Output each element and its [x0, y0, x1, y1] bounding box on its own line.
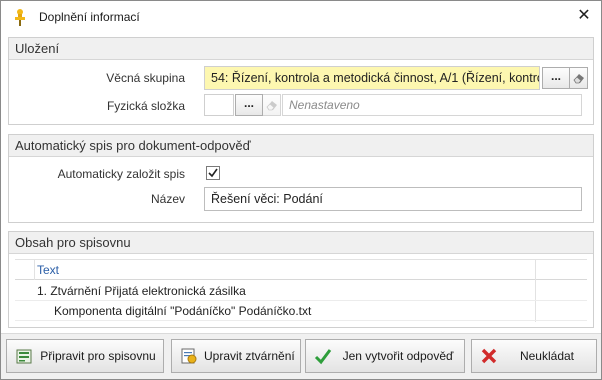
group-header-obsah: Obsah pro spisovnu: [9, 232, 593, 254]
eraser-icon: [573, 74, 584, 84]
vecna-skupina-browse-button[interactable]: ...: [542, 67, 570, 89]
fyzicka-slozka-label: Fyzická složka: [106, 99, 185, 113]
content-grid[interactable]: Text 1. Ztvárnění Přijatá elektronická z…: [15, 259, 587, 322]
checkmark-icon: [314, 349, 332, 365]
pripravit-pro-spisovnu-button[interactable]: Připravit pro spisovnu: [6, 339, 164, 373]
fyzicka-slozka-browse-button[interactable]: ...: [235, 94, 263, 116]
pripravit-label: Připravit pro spisovnu: [40, 349, 156, 363]
edit-document-icon: [181, 348, 197, 364]
neukladat-button[interactable]: Neukládat: [471, 339, 597, 373]
vecna-skupina-clear-button[interactable]: [570, 67, 588, 89]
column-header-text[interactable]: Text: [37, 263, 59, 277]
row-vecna-skupina: Věcná skupina 54: Řízení, kontrola a met…: [9, 66, 593, 90]
nazev-input[interactable]: Řešení věci: Podání: [204, 187, 582, 211]
title-bar: Doplnění informací ✕: [1, 1, 601, 32]
dialog-window: Doplnění informací ✕ Uložení Věcná skupi…: [0, 0, 602, 380]
group-header-ulozeni: Uložení: [9, 38, 593, 60]
pin-icon: [15, 8, 25, 26]
group-ulozeni: Uložení Věcná skupina 54: Řízení, kontro…: [8, 37, 594, 125]
grid-header: Text: [15, 260, 587, 322]
checkmark-icon: [208, 168, 218, 178]
table-cell: 1. Ztvárnění Přijatá elektronická zásilk…: [37, 284, 246, 298]
table-row[interactable]: Komponenta digitální "Podáníčko" Podáníč…: [15, 301, 587, 321]
fyzicka-slozka-clear-button[interactable]: [263, 94, 281, 116]
vecna-skupina-field[interactable]: 54: Řízení, kontrola a metodická činnost…: [204, 66, 540, 90]
fyzicka-slozka-value: Nenastaveno: [282, 94, 582, 116]
close-icon[interactable]: ✕: [575, 7, 593, 25]
nazev-label: Název: [150, 192, 185, 206]
group-header-spis: Automatický spis pro dokument-odpověď: [9, 135, 593, 157]
auto-zalozit-checkbox[interactable]: [206, 166, 220, 180]
upravit-label: Upravit ztvárnění: [204, 349, 295, 363]
group-obsah-spisovna: Obsah pro spisovnu Text 1. Ztvárnění Při…: [8, 231, 594, 328]
fyzicka-slozka-field[interactable]: [204, 94, 234, 116]
vecna-skupina-label: Věcná skupina: [106, 71, 185, 85]
vytvorit-label: Jen vytvořit odpověď: [342, 349, 454, 363]
row-fyzicka-slozka: Fyzická složka ... Nenastaveno: [9, 94, 593, 118]
upravit-ztvarneni-button[interactable]: Upravit ztvárnění: [171, 339, 301, 373]
jen-vytvorit-odpoved-button[interactable]: Jen vytvořit odpověď: [305, 339, 465, 373]
archive-icon: [16, 349, 32, 364]
eraser-icon: [266, 101, 277, 111]
row-auto-zalozit: Automaticky založit spis: [9, 162, 593, 186]
button-bar: Připravit pro spisovnu Upravit ztvárnění…: [1, 333, 601, 379]
window-title: Doplnění informací: [39, 9, 140, 24]
group-automaticky-spis: Automatický spis pro dokument-odpověď Au…: [8, 134, 594, 223]
neukladat-label: Neukládat: [519, 349, 575, 363]
auto-zalozit-label: Automaticky založit spis: [57, 167, 185, 181]
row-nazev: Název Řešení věci: Podání: [9, 187, 593, 211]
cancel-icon: [481, 348, 497, 364]
table-row[interactable]: 1. Ztvárnění Přijatá elektronická zásilk…: [15, 281, 587, 301]
grid-row-indicator: [15, 260, 35, 280]
table-cell: Komponenta digitální "Podáníčko" Podáníč…: [54, 304, 312, 318]
